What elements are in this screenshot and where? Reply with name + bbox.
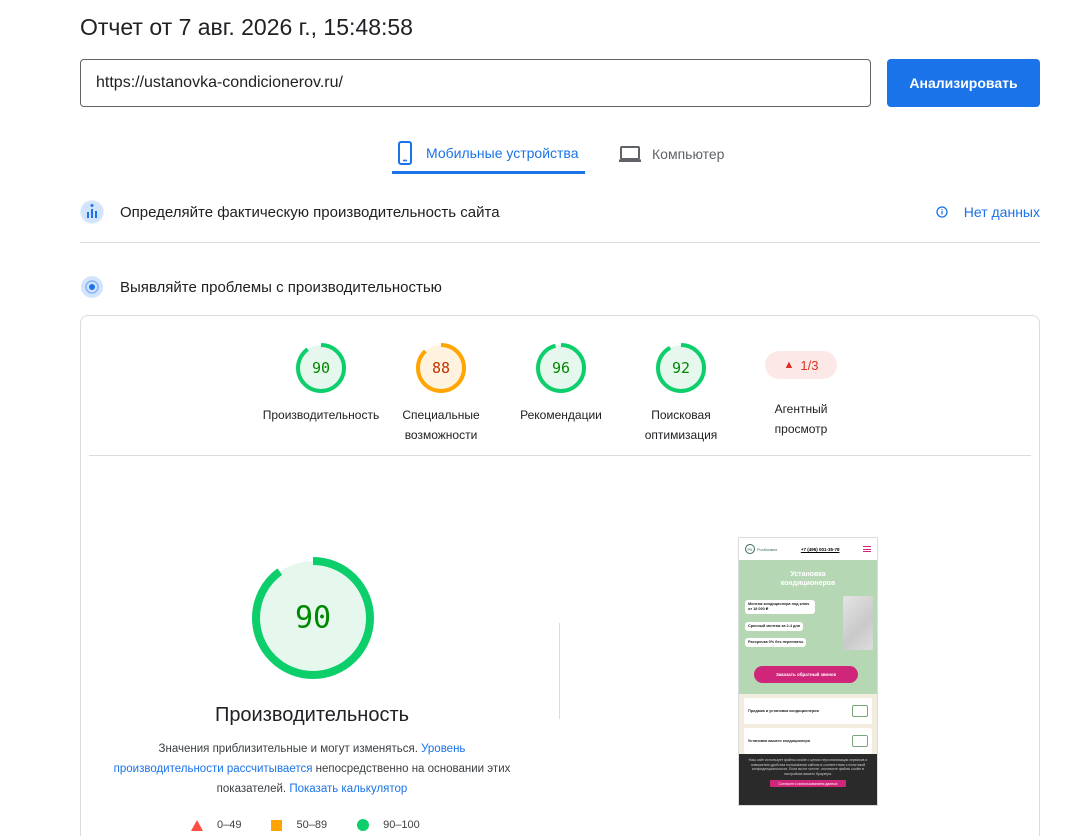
agentic-value: 1/3 [800, 357, 819, 373]
thumb-pill: Срочный монтаж за 2-4 дня [745, 622, 803, 631]
tab-desktop-label: Компьютер [652, 146, 725, 162]
performance-description: Значения приблизительные и могут изменят… [111, 739, 513, 799]
thumb-logo-mark: РК [745, 544, 755, 554]
legend-range: 90–100 [383, 819, 420, 831]
smartphone-icon [398, 140, 412, 165]
url-input[interactable] [80, 59, 871, 107]
lab-data-section: Выявляйте проблемы с производительностью [80, 275, 1040, 299]
thumb-card: Продажа и установка кондиционеров [744, 698, 872, 724]
thumb-hero-title: Установка кондиционеров [780, 571, 836, 587]
no-data-label: Нет данных [963, 204, 1040, 220]
thumb-pill: Монтаж кондиционера под ключ от 18 000 ₽ [745, 600, 815, 614]
thumb-logo: РК РосКлимат [745, 544, 777, 554]
device-tabs: Мобильные устройства Компьютер [392, 134, 724, 174]
score-gauge-value: 92 [672, 359, 690, 377]
thumb-cta-button: Заказать обратный звонок [754, 666, 858, 683]
report-title: Отчет от 7 авг. 2026 г., 15:48:58 [80, 14, 413, 40]
thumb-header: РК РосКлимат +7 (495) 001-35-78 [739, 538, 877, 560]
thumb-logo-text: РосКлимат [757, 546, 778, 552]
score-gauge-value: 96 [552, 359, 570, 377]
gauge-label: Производительность [262, 408, 380, 422]
thumb-hero: Установка кондиционеров Монтаж кондицион… [739, 560, 877, 694]
field-data-section: Определяйте фактическую производительнос… [80, 200, 1040, 224]
gauge-label: Агентный просмотр [774, 402, 828, 436]
score-gauge-ring: 90 [296, 343, 346, 393]
score-gauge-ring: 88 [416, 343, 466, 393]
score-gauge-value: 90 [312, 359, 330, 377]
thumb-pill: Рассрочка 0% без переплаты [745, 638, 807, 647]
thumb-cookie-text: Наш сайт использует файлы cookie с целью… [748, 758, 868, 776]
triangle-icon [191, 819, 203, 831]
page-screenshot-thumbnail: РК РосКлимат +7 (495) 001-35-78 Установк… [738, 537, 878, 806]
tab-mobile[interactable]: Мобильные устройства [392, 134, 585, 174]
show-calculator-link[interactable]: Показать калькулятор [289, 783, 407, 795]
no-data-link[interactable]: Нет данных [936, 204, 1040, 220]
thumb-card-label: Продажа и установка кондиционеров [748, 709, 819, 713]
tab-desktop[interactable]: Компьютер [618, 134, 724, 174]
score-gauges: 90 Производительность 88 Специальные воз… [261, 342, 861, 445]
circle-icon [357, 819, 370, 831]
gauge-agentic[interactable]: ▲ 1/3 Агентный просмотр [741, 342, 861, 445]
vertical-separator [559, 623, 560, 719]
warning-triangle-icon: ▲ [783, 359, 795, 371]
gauge-best-practices[interactable]: 96 Рекомендации [501, 342, 621, 445]
report-card: 90 Производительность 88 Специальные воз… [80, 315, 1040, 836]
hamburger-menu-icon [863, 546, 871, 552]
thumb-cookie-banner: Наш сайт использует файлы cookie с целью… [739, 754, 877, 805]
gauge-label: Специальные возможности [402, 408, 480, 442]
gauge-performance[interactable]: 90 Производительность [261, 342, 381, 445]
performance-title: Производительность [214, 704, 410, 726]
air-conditioner-icon [852, 735, 868, 747]
card-divider [89, 455, 1031, 456]
legend-item-average: 50–89 [271, 819, 327, 831]
performance-gauge: 90 [252, 557, 374, 679]
thumb-card-label: Установка вашего кондиционера [748, 739, 810, 743]
gauge-accessibility[interactable]: 88 Специальные возможности [381, 342, 501, 445]
thumb-phone: +7 (495) 001-35-78 [800, 546, 840, 552]
agentic-badge: ▲ 1/3 [765, 351, 837, 379]
score-gauge-ring: 92 [656, 343, 706, 393]
score-gauge-ring: 96 [536, 343, 586, 393]
gauge-seo[interactable]: 92 Поисковая оптимизация [621, 342, 741, 445]
thumb-cookie-button: Согласен с использованием данных [770, 780, 846, 787]
field-data-icon [80, 200, 104, 224]
analyze-button[interactable]: Анализировать [887, 59, 1040, 107]
tab-mobile-label: Мобильные устройства [426, 144, 579, 161]
laptop-icon [619, 146, 641, 162]
score-gauge-value: 88 [432, 359, 450, 377]
field-data-title: Определяйте фактическую производительнос… [120, 203, 500, 221]
thumb-hero-photo [843, 596, 873, 650]
legend-range: 50–89 [296, 819, 328, 831]
score-legend: 0–49 50–89 90–100 [191, 819, 450, 831]
gauge-label: Рекомендации [520, 408, 602, 422]
desc-text: Значения приблизительные и могут изменят… [158, 743, 422, 755]
info-icon [936, 206, 948, 218]
section-divider [80, 242, 1040, 243]
gauge-label: Поисковая оптимизация [644, 408, 718, 442]
legend-item-fail: 0–49 [191, 819, 241, 831]
thumb-card: Установка вашего кондиционера [744, 728, 872, 754]
legend-item-pass: 90–100 [357, 819, 420, 831]
air-conditioner-icon [852, 705, 868, 717]
square-icon [271, 819, 283, 831]
lab-data-title: Выявляйте проблемы с производительностью [120, 278, 442, 296]
legend-range: 0–49 [217, 819, 242, 831]
thumb-cards: Продажа и установка кондиционеров Устано… [739, 694, 877, 754]
lab-data-icon [80, 275, 104, 299]
performance-gauge-value: 90 [295, 601, 331, 636]
